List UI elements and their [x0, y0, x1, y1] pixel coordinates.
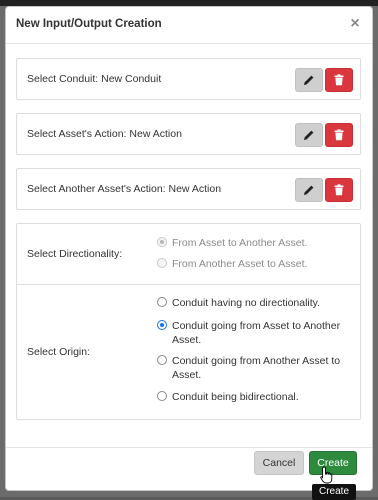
- conduit-selection-row: Select Conduit: New Conduit: [16, 58, 361, 100]
- conduit-selection-label: Select Conduit: New Conduit: [27, 73, 162, 85]
- trash-icon: [334, 74, 344, 86]
- origin-option-label: Conduit going from Another Asset to Asse…: [172, 355, 341, 381]
- table-divider: [17, 284, 360, 285]
- cancel-button[interactable]: Cancel: [254, 451, 304, 475]
- dialog-header: New Input/Output Creation ×: [6, 7, 372, 44]
- radio-button[interactable]: [157, 258, 167, 268]
- origin-option-label: Conduit being bidirectional.: [172, 391, 299, 403]
- asset-action-selection-label: Select Asset's Action: New Action: [27, 128, 182, 140]
- asset-action-selection-row: Select Asset's Action: New Action: [16, 113, 361, 155]
- delete-conduit-button[interactable]: [325, 68, 353, 92]
- radio-button[interactable]: [157, 297, 167, 307]
- radio-button[interactable]: [157, 355, 167, 365]
- origin-option-label: Conduit going from Asset to Another Asse…: [172, 320, 341, 346]
- directionality-option-label: From Asset to Another Asset.: [172, 237, 308, 249]
- radio-button[interactable]: [157, 237, 167, 247]
- dialog-title: New Input/Output Creation: [16, 18, 162, 30]
- another-asset-action-selection-label: Select Another Asset's Action: New Actio…: [27, 183, 222, 195]
- origin-option-label: Conduit having no directionality.: [172, 297, 321, 309]
- create-tooltip: Create: [312, 484, 356, 500]
- pencil-icon: [304, 75, 314, 85]
- edit-conduit-button[interactable]: [295, 68, 323, 92]
- edit-another-asset-action-button[interactable]: [295, 178, 323, 202]
- close-icon[interactable]: ×: [347, 15, 363, 33]
- radio-button[interactable]: [157, 391, 167, 401]
- direction-origin-table: Select Directionality: From Asset to Ano…: [16, 223, 361, 420]
- trash-icon: [334, 129, 344, 141]
- delete-another-asset-action-button[interactable]: [325, 178, 353, 202]
- edit-asset-action-button[interactable]: [295, 123, 323, 147]
- io-creation-dialog: New Input/Output Creation × Select Condu…: [5, 6, 373, 491]
- dialog-footer-divider: [6, 447, 372, 448]
- directionality-label: Select Directionality:: [27, 248, 123, 260]
- hand-cursor-icon: [320, 466, 333, 484]
- origin-label: Select Origin:: [27, 346, 91, 358]
- trash-icon: [334, 184, 344, 196]
- radio-button[interactable]: [157, 320, 167, 330]
- pencil-icon: [304, 130, 314, 140]
- directionality-option-label: From Another Asset to Asset.: [172, 258, 308, 270]
- pencil-icon: [304, 185, 314, 195]
- delete-asset-action-button[interactable]: [325, 123, 353, 147]
- another-asset-action-selection-row: Select Another Asset's Action: New Actio…: [16, 168, 361, 210]
